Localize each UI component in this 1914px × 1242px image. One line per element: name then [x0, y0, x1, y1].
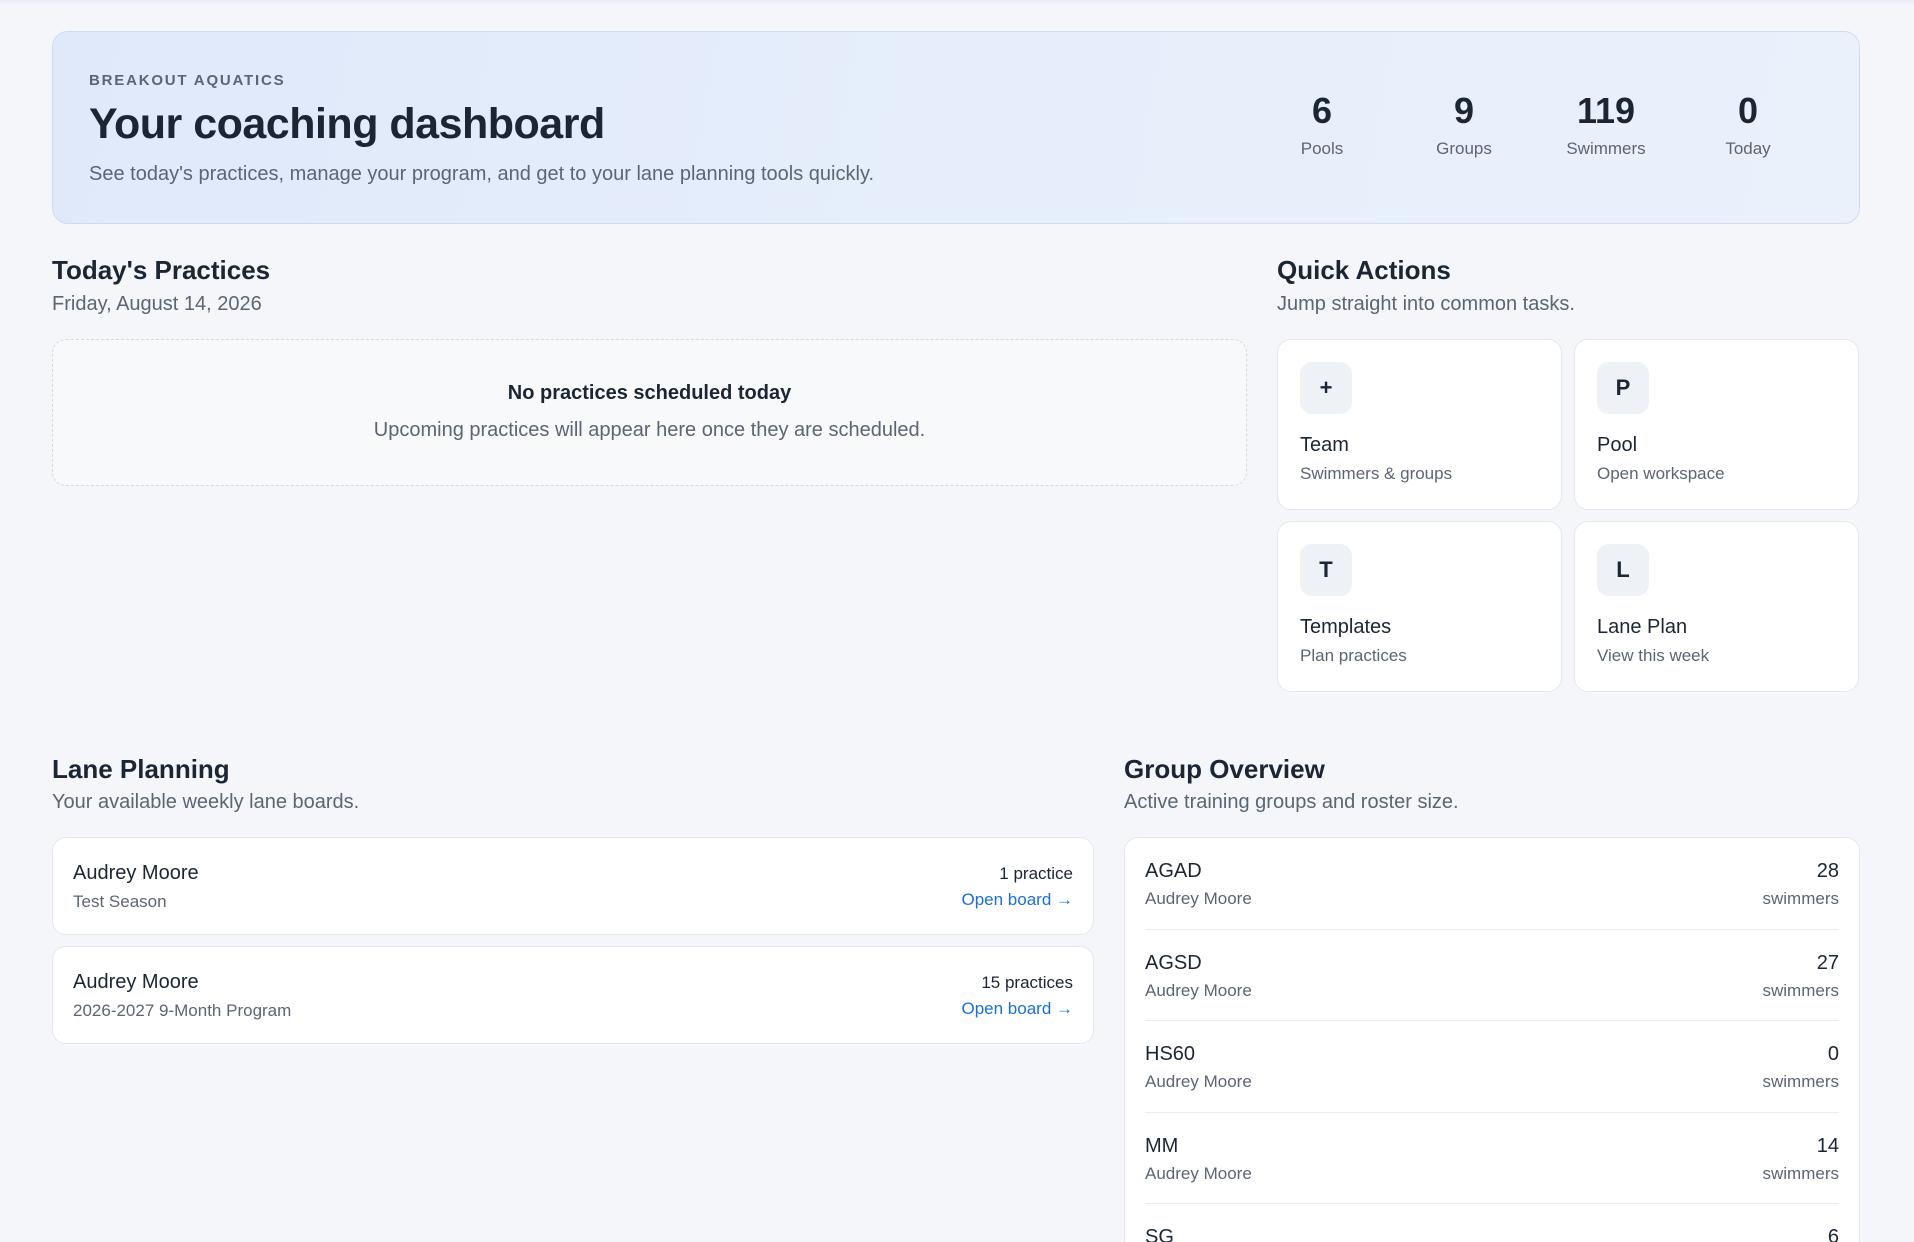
- templates-letter-icon: T: [1300, 544, 1352, 596]
- quick-action-desc: Open workspace: [1597, 464, 1725, 483]
- group-overview-subtitle: Active training groups and roster size.: [1124, 791, 1459, 813]
- board-practice-count: 15 practices: [981, 973, 1073, 992]
- board-practice-count: 1 practice: [999, 864, 1073, 883]
- empty-title: No practices scheduled today: [507, 382, 792, 404]
- lane-plan-letter-icon: L: [1597, 544, 1649, 596]
- quick-action-pool[interactable]: P Pool Open workspace: [1574, 339, 1859, 510]
- open-board-link[interactable]: Open board →: [961, 890, 1073, 910]
- lane-planning-subtitle: Your available weekly lane boards.: [52, 791, 360, 813]
- empty-text: Upcoming practices will appear here once…: [373, 419, 926, 441]
- stat-value: 119: [1576, 90, 1636, 131]
- quick-action-label: Templates: [1300, 616, 1392, 638]
- group-coach: Audrey Moore: [1145, 889, 1252, 908]
- group-count-unit: swimmers: [1762, 1163, 1840, 1183]
- org-name: BREAKOUT AQUATICS: [89, 72, 286, 89]
- board-season: Test Season: [73, 892, 167, 911]
- group-name: HS60: [1145, 1043, 1196, 1065]
- stat-label: Swimmers: [1566, 139, 1646, 158]
- group-coach: Audrey Moore: [1145, 1072, 1252, 1091]
- plus-icon: +: [1300, 362, 1352, 414]
- dashboard-hero: BREAKOUT AQUATICS Your coaching dashboar…: [52, 31, 1860, 224]
- stat-label: Groups: [1436, 139, 1492, 158]
- stats-summary: 6 Pools 9 Groups 119 Swimmers 0 Today: [1251, 90, 1819, 159]
- stat-value: 0: [1737, 90, 1759, 131]
- board-season: 2026-2027 9-Month Program: [73, 1001, 292, 1020]
- stat-today: 0 Today: [1677, 90, 1819, 159]
- group-row: MM Audrey Moore 14 swimmers: [1145, 1113, 1840, 1204]
- practices-date: Friday, August 14, 2026: [52, 293, 262, 315]
- group-name: SG: [1145, 1226, 1174, 1242]
- group-swimmer-count: 6: [1827, 1226, 1839, 1242]
- practices-heading: Today's Practices: [52, 255, 271, 285]
- group-row: AGAD Audrey Moore 28 swimmers: [1145, 838, 1839, 930]
- pool-letter-icon: P: [1597, 362, 1649, 414]
- top-edge: [0, 0, 1914, 6]
- group-swimmer-count: 0: [1827, 1043, 1839, 1065]
- group-swimmer-count: 27: [1816, 951, 1839, 974]
- group-swimmer-count: 28: [1816, 860, 1839, 882]
- quick-action-desc: View this week: [1597, 646, 1710, 665]
- group-row: HS60 Audrey Moore 0 swimmers: [1145, 1021, 1839, 1113]
- stat-pools: 6 Pools: [1251, 90, 1393, 159]
- stat-swimmers: 119 Swimmers: [1535, 90, 1677, 159]
- quick-action-desc: Plan practices: [1300, 646, 1407, 665]
- lane-board-card: Audrey Moore 2026-2027 9-Month Program 1…: [52, 946, 1094, 1044]
- quick-action-label: Team: [1300, 434, 1349, 456]
- group-row: AGSD Audrey Moore 27 swimmers: [1145, 930, 1840, 1021]
- quick-action-lane-plan[interactable]: L Lane Plan View this week: [1574, 521, 1859, 692]
- quick-action-desc: Swimmers & groups: [1300, 464, 1453, 483]
- quick-action-templates[interactable]: T Templates Plan practices: [1277, 521, 1562, 692]
- page-title: Your coaching dashboard: [89, 100, 605, 148]
- group-name: MM: [1145, 1134, 1179, 1157]
- stat-value: 9: [1453, 90, 1475, 131]
- page-subtitle: See today's practices, manage your progr…: [89, 163, 875, 185]
- open-board-link[interactable]: Open board →: [961, 999, 1073, 1019]
- group-overview-heading: Group Overview: [1124, 754, 1325, 784]
- lane-planning-heading: Lane Planning: [52, 754, 230, 784]
- group-list: AGAD Audrey Moore 28 swimmers AGSD Audre…: [1124, 837, 1860, 1242]
- lane-board-card: Audrey Moore Test Season 1 practice Open…: [52, 837, 1094, 935]
- group-name: AGAD: [1145, 860, 1202, 882]
- stat-label: Today: [1725, 139, 1771, 158]
- stat-label: Pools: [1300, 139, 1344, 158]
- quick-action-label: Lane Plan: [1597, 616, 1688, 638]
- stat-value: 6: [1311, 90, 1333, 131]
- group-swimmer-count: 14: [1816, 1134, 1839, 1157]
- quick-action-label: Pool: [1597, 434, 1638, 456]
- group-row: SG 6: [1145, 1204, 1839, 1242]
- board-coach: Audrey Moore: [73, 971, 199, 993]
- stat-groups: 9 Groups: [1393, 90, 1535, 159]
- group-coach: Audrey Moore: [1145, 980, 1252, 1000]
- quick-action-team[interactable]: + Team Swimmers & groups: [1277, 339, 1562, 510]
- group-count-unit: swimmers: [1762, 1072, 1840, 1091]
- quick-actions-heading: Quick Actions: [1277, 255, 1451, 285]
- board-coach: Audrey Moore: [73, 862, 199, 884]
- group-name: AGSD: [1145, 951, 1202, 974]
- practices-empty-state: No practices scheduled today Upcoming pr…: [52, 339, 1247, 486]
- quick-actions-subtitle: Jump straight into common tasks.: [1277, 293, 1575, 315]
- group-coach: Audrey Moore: [1145, 1163, 1252, 1183]
- group-count-unit: swimmers: [1762, 889, 1840, 908]
- group-count-unit: swimmers: [1762, 980, 1840, 1000]
